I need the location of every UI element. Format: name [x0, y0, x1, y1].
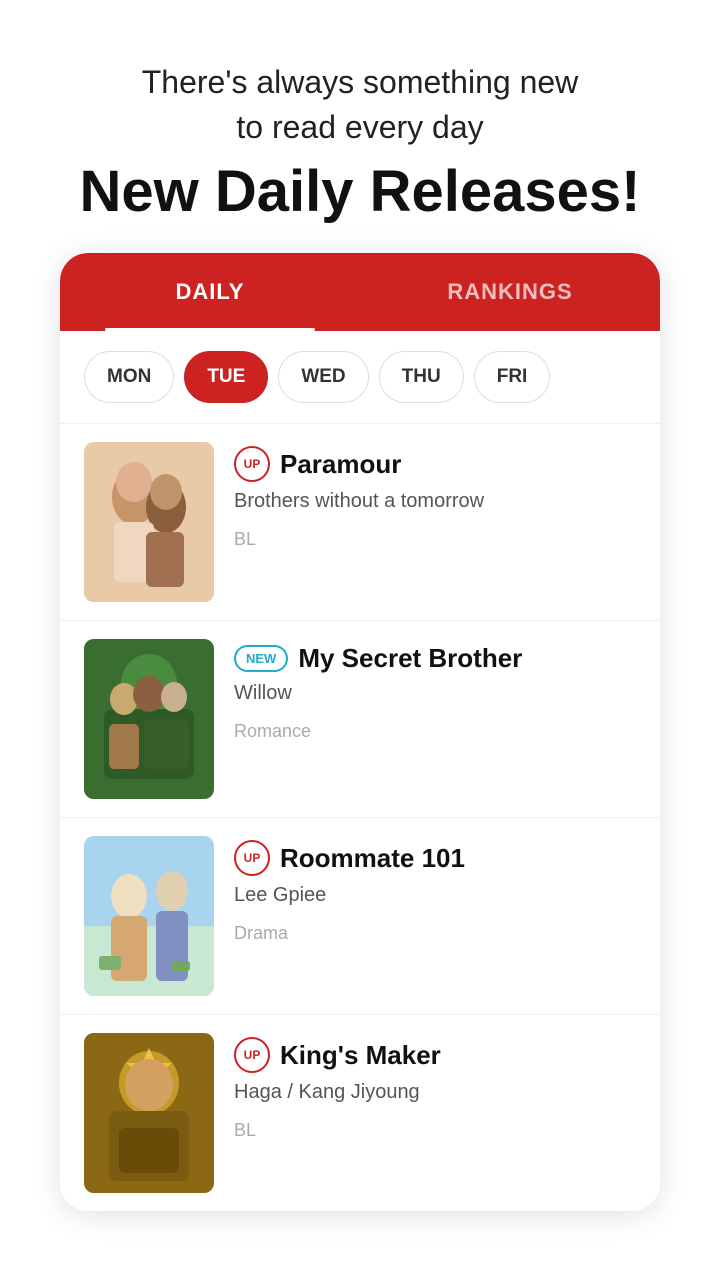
comic-title: Paramour — [280, 449, 401, 480]
comic-info-roommate: UP Roommate 101 Lee Gpiee Drama — [234, 836, 636, 944]
comic-genre: Drama — [234, 923, 636, 944]
tab-rankings[interactable]: RANKINGS — [360, 253, 660, 331]
comic-thumbnail-king — [84, 1033, 214, 1193]
comic-title: Roommate 101 — [280, 843, 465, 874]
comic-info-secret: NEW My Secret Brother Willow Romance — [234, 639, 636, 742]
list-item[interactable]: UP Roommate 101 Lee Gpiee Drama — [60, 817, 660, 1014]
comic-genre: BL — [234, 529, 636, 550]
comic-author: Willow — [234, 682, 636, 705]
comics-list: UP Paramour Brothers without a tomorrow … — [60, 423, 660, 1211]
comic-genre: Romance — [234, 721, 636, 742]
day-mon[interactable]: MON — [84, 351, 174, 403]
badge-up-icon: UP — [234, 446, 270, 482]
badge-up-icon: UP — [234, 1037, 270, 1073]
comic-info-king: UP King's Maker Haga / Kang Jiyoung BL — [234, 1033, 636, 1141]
comic-author: Lee Gpiee — [234, 884, 636, 907]
comic-genre: BL — [234, 1120, 636, 1141]
comic-thumbnail-paramour — [84, 442, 214, 602]
comic-title: My Secret Brother — [298, 643, 522, 674]
tab-daily[interactable]: DAILY — [60, 253, 360, 331]
main-card: DAILY RANKINGS MON TUE WED THU FRI — [60, 253, 660, 1211]
day-wed[interactable]: WED — [278, 351, 368, 403]
days-row: MON TUE WED THU FRI — [60, 331, 660, 423]
comic-author: Haga / Kang Jiyoung — [234, 1081, 636, 1104]
list-item[interactable]: UP Paramour Brothers without a tomorrow … — [60, 423, 660, 620]
header-subtitle: There's always something new to read eve… — [40, 60, 680, 150]
header-section: There's always something new to read eve… — [0, 0, 720, 253]
comic-info-paramour: UP Paramour Brothers without a tomorrow … — [234, 442, 636, 550]
header-title: New Daily Releases! — [40, 160, 680, 224]
comic-author: Brothers without a tomorrow — [234, 490, 636, 513]
comic-thumbnail-roommate — [84, 836, 214, 996]
list-item[interactable]: UP King's Maker Haga / Kang Jiyoung BL — [60, 1014, 660, 1211]
day-tue[interactable]: TUE — [184, 351, 268, 403]
badge-up-icon: UP — [234, 840, 270, 876]
comic-title: King's Maker — [280, 1040, 441, 1071]
page-container: There's always something new to read eve… — [0, 0, 720, 1211]
badge-new-icon: NEW — [234, 645, 288, 672]
list-item[interactable]: NEW My Secret Brother Willow Romance — [60, 620, 660, 817]
comic-thumbnail-secret — [84, 639, 214, 799]
day-thu[interactable]: THU — [379, 351, 464, 403]
tabs-bar: DAILY RANKINGS — [60, 253, 660, 331]
day-fri[interactable]: FRI — [474, 351, 551, 403]
